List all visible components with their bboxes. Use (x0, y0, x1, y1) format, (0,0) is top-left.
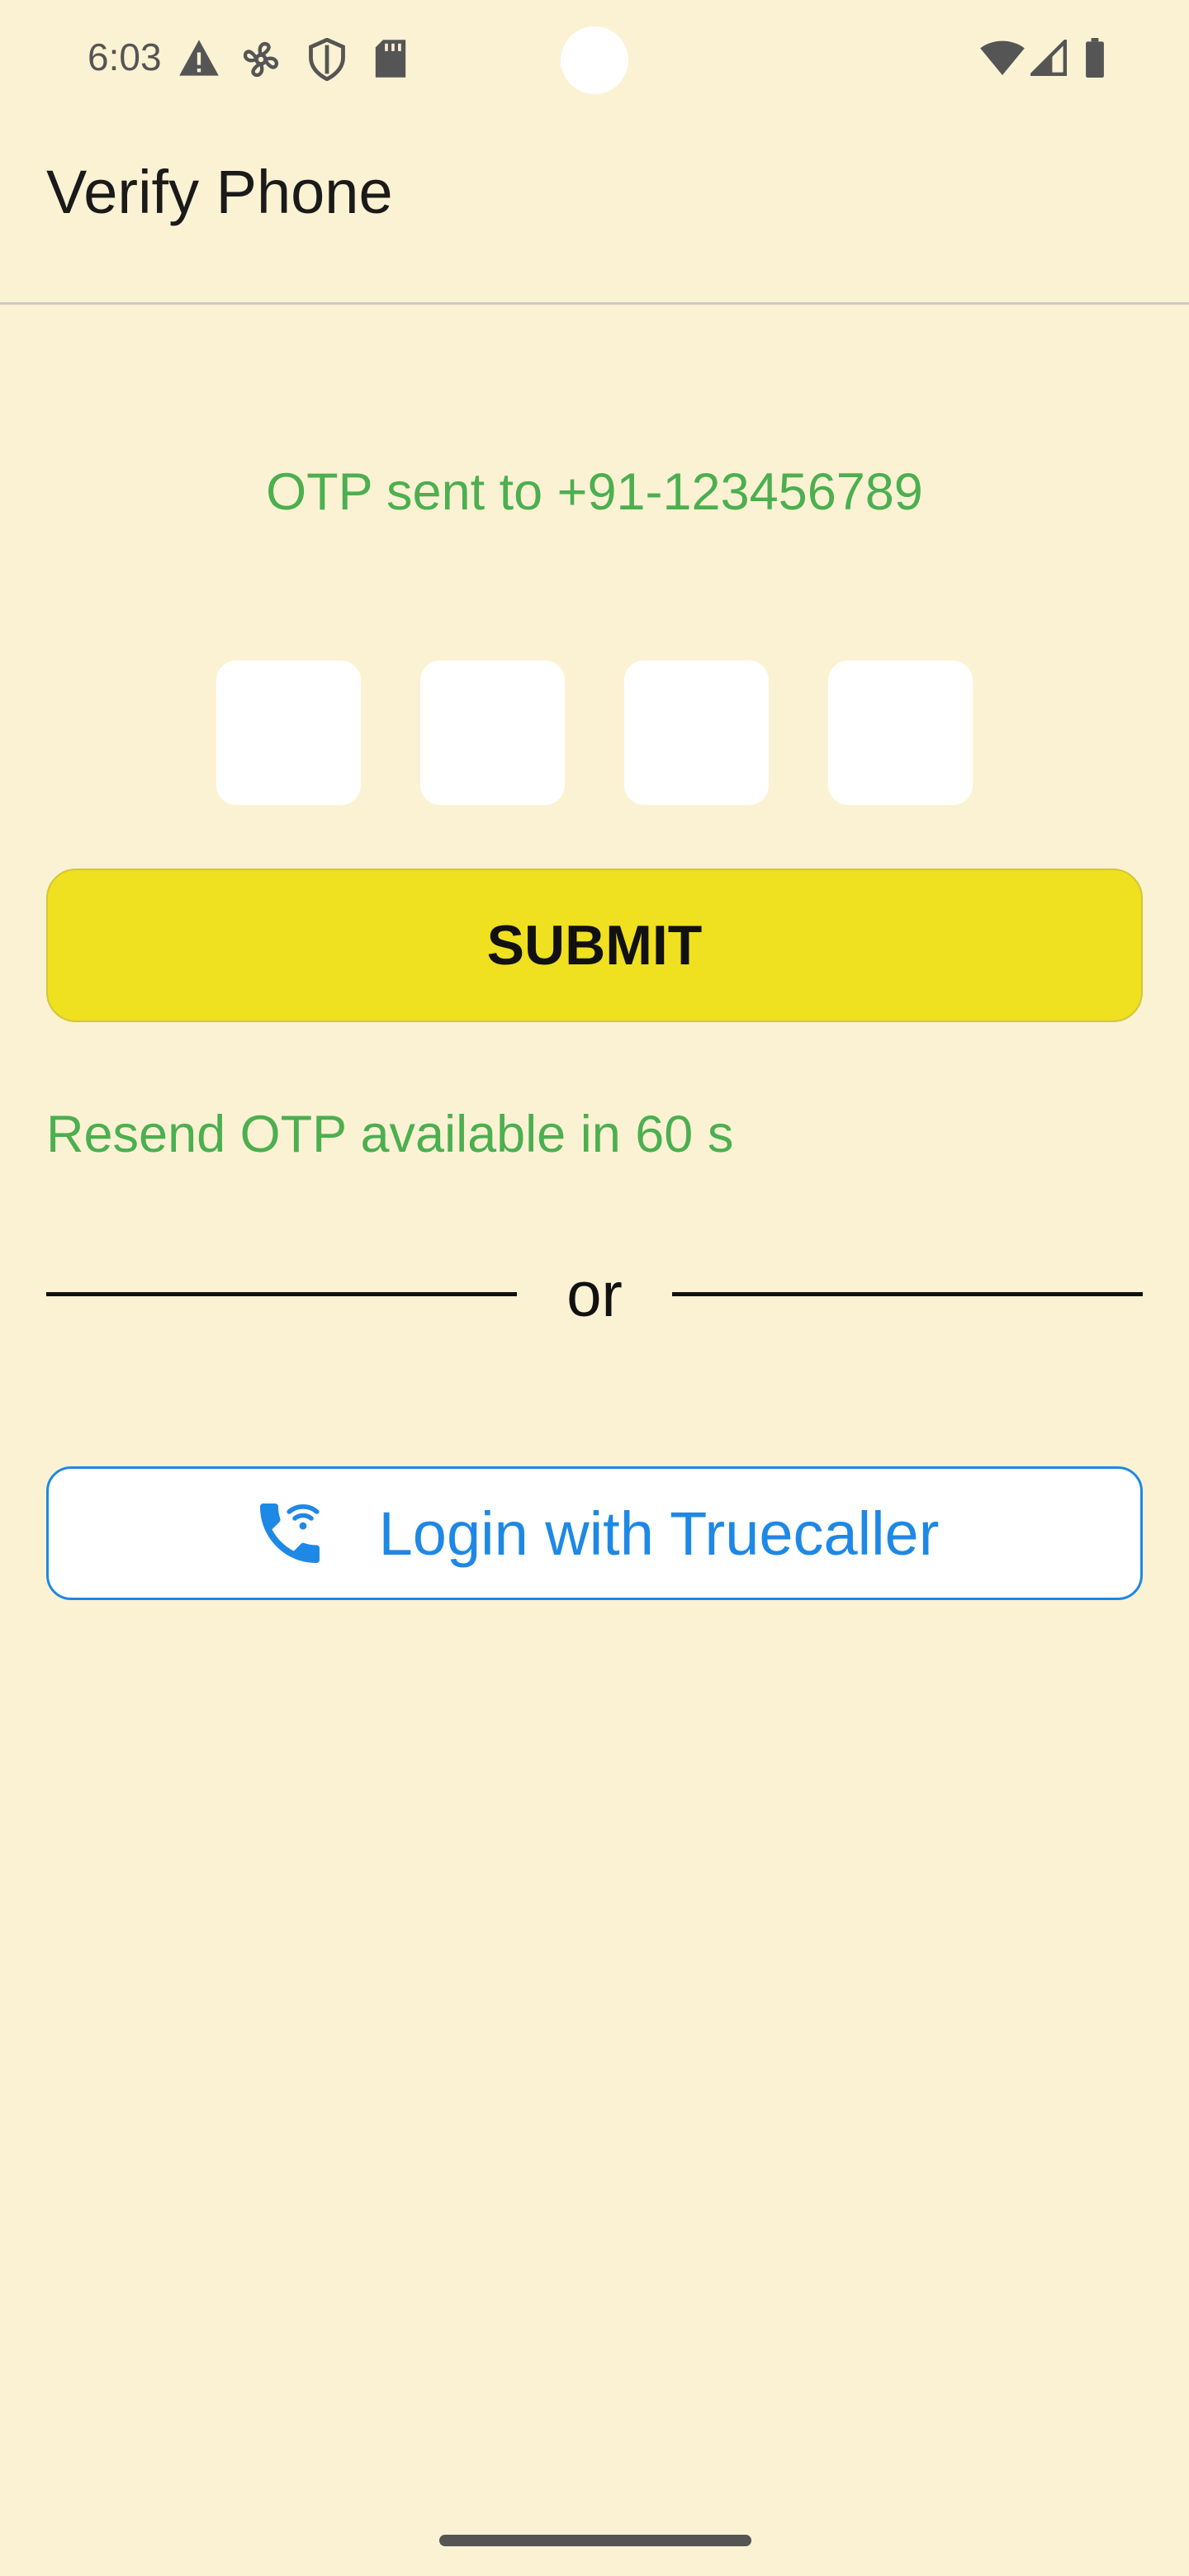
warning-icon (179, 40, 219, 76)
submit-button[interactable]: SUBMIT (46, 869, 1143, 1022)
front-camera (561, 26, 628, 94)
otp-digit-3[interactable] (624, 661, 769, 805)
wifi-icon (980, 40, 1025, 75)
phone-wifi-icon (259, 1503, 320, 1563)
truecaller-button-label: Login with Truecaller (378, 1499, 940, 1568)
fan-icon (243, 41, 279, 78)
battery-icon (1086, 38, 1104, 78)
otp-sent-message: OTP sent to +91-123456789 (266, 463, 923, 521)
otp-digit-2[interactable] (420, 661, 565, 805)
submit-button-label: SUBMIT (486, 914, 703, 977)
signal-icon (1030, 40, 1067, 76)
status-bar: 6:03 (0, 0, 1189, 124)
home-indicator[interactable] (439, 2535, 751, 2546)
page-title: Verify Phone (46, 158, 393, 226)
separator-line-right (672, 1292, 1143, 1296)
resend-otp-countdown: Resend OTP available in 60 s (46, 1106, 734, 1163)
app-bar-divider (0, 302, 1189, 305)
shield-icon (309, 38, 345, 81)
login-with-truecaller-button[interactable]: Login with Truecaller (46, 1466, 1143, 1600)
otp-digit-4[interactable] (828, 661, 973, 805)
sd-card-icon (375, 40, 406, 78)
status-time: 6:03 (88, 36, 162, 78)
otp-digit-1[interactable] (216, 661, 361, 805)
